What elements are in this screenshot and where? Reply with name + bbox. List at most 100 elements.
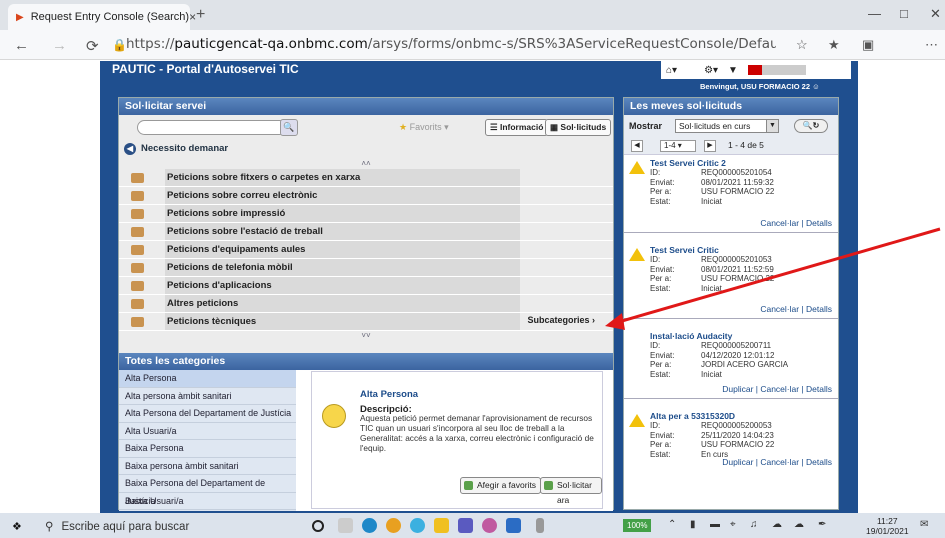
favorite-star-icon[interactable]: ☆ [796,37,808,53]
pen-icon[interactable]: ✒ [818,519,826,530]
category-row[interactable]: Peticions sobre l'estació de treball [119,223,613,241]
warning-icon [629,414,645,427]
search-icon: ⚲ [45,521,54,533]
word-icon[interactable] [506,518,521,533]
more-icon[interactable]: ⋯ [925,37,938,53]
usb-icon[interactable]: ▮ [690,519,696,530]
zoom-indicator[interactable]: 100% [623,519,652,532]
prev-page-icon[interactable]: ◀ [631,140,643,152]
home-icon[interactable]: ⌂▾ [666,65,677,76]
close-window-icon[interactable]: ✕ [930,6,941,22]
detail-title: Alta Persona [360,389,419,400]
category-item[interactable]: Alta Persona [119,370,296,388]
category-row[interactable]: Peticions sobre impressió [119,205,613,223]
request-actions[interactable]: Duplicar | Cancel·lar | Detalls [722,384,832,394]
windows-start-icon[interactable]: ❖ [12,520,22,533]
battery-icon[interactable]: ▬ [710,519,720,530]
category-row[interactable]: Peticions sobre correu electrònic [119,187,613,205]
notifications-icon[interactable]: ✉ [920,519,928,530]
need-to-request: ◀ Necessito demanar [119,139,613,159]
requests-button[interactable]: ▦ Sol·licituds [545,119,612,136]
taskbar-search[interactable]: ⚲ Escribe aquí para buscar [45,519,189,533]
top-navigation: ⌂▾ ⚙▾ ▼ [661,61,851,79]
bmc-favicon-icon: ▶ [16,11,24,23]
package-icon [131,209,144,219]
category-row[interactable]: Altres peticions [119,295,613,313]
request-actions[interactable]: Cancel·lar | Detalls [760,304,832,314]
lock-icon: 🔒 [112,38,127,52]
request-item[interactable]: Alta per a 53315320D ID: REQ000005200053 … [624,399,838,471]
show-more-icon[interactable] [536,518,544,533]
category-item[interactable]: Baixa Persona [119,440,296,458]
minimize-icon[interactable]: — [868,6,881,21]
tab-title: Request Entry Console (Search) [30,11,190,23]
favorites-list-icon[interactable]: ★ [828,37,840,53]
filter-icon[interactable]: ▼ [728,65,738,76]
category-item[interactable]: Alta persona àmbit sanitari [119,388,296,405]
onedrive-icon[interactable]: ☁ [772,519,782,530]
task-view-icon[interactable] [338,518,353,533]
back-arrow-icon[interactable]: ◀ [124,143,136,155]
category-row[interactable]: Peticions sobre fitxers o carpetes en xa… [119,169,613,187]
show-filter: Mostrar Sol·licituds en curs ▼ 🔍↻ [624,115,838,137]
category-item[interactable]: Baixa Usuari/a [119,493,296,510]
users-icon[interactable]: ☺ [812,82,820,91]
chevron-up-icon[interactable]: ⌃ [668,519,676,530]
search-icon[interactable]: 🔍 [280,119,298,136]
chrome-icon[interactable] [386,518,401,533]
category-item[interactable]: Baixa Persona del Departament de Justíci… [119,475,296,506]
search-input[interactable] [137,120,287,135]
category-row[interactable]: Peticions tècniques Subcategories › [119,313,613,331]
cortana-icon[interactable] [312,520,324,532]
request-title[interactable]: Alta per a 53315320D [650,411,838,421]
teams-icon[interactable] [458,518,473,533]
forward-icon[interactable]: → [52,37,67,54]
next-page-icon[interactable]: ▶ [704,140,716,152]
category-row[interactable]: Peticions d'aplicacions [119,277,613,295]
page-select[interactable]: 1-4 ▾ [660,140,696,152]
collections-icon[interactable]: ▣ [862,37,874,53]
browser-tab[interactable]: ▶ Request Entry Console (Search) × [8,4,196,30]
settings-icon[interactable]: ⚙▾ [704,65,718,76]
browser-icon[interactable] [410,518,425,533]
cloud-icon[interactable]: ☁ [794,519,804,530]
show-select[interactable]: Sol·licituds en curs [675,119,767,133]
request-title[interactable]: Test Servei Critic 2 [650,158,838,168]
request-item[interactable]: Test Servei Critic ID: REQ000005201053 En… [624,233,838,319]
request-now-button[interactable]: Sol·licitar ara [540,477,602,505]
request-actions[interactable]: Cancel·lar | Detalls [760,218,832,228]
request-title[interactable]: Test Servei Critic [650,245,838,255]
chevron-down-icon[interactable]: ▼ [766,119,779,133]
volume-icon[interactable]: ♫ [750,519,758,530]
edge-icon[interactable] [362,518,377,533]
category-item[interactable]: Alta Persona del Departament de Justícia [119,405,296,423]
category-item[interactable]: Alta Usuari/a [119,423,296,440]
warning-icon [629,248,645,261]
maximize-icon[interactable]: □ [900,6,908,21]
scroll-up-icon[interactable]: ˄˄ [119,159,613,169]
category-detail: Alta Persona Descripció: Aquesta petició… [311,371,603,509]
network-icon[interactable]: ⌖ [730,519,736,530]
file-explorer-icon[interactable] [434,518,449,533]
category-row[interactable]: Peticions de telefonia mòbil [119,259,613,277]
clock[interactable]: 11:27 19/01/2021 [866,516,909,536]
subcategories-link[interactable]: Subcategories › [527,315,595,325]
new-tab-button[interactable]: + [196,6,205,24]
request-item[interactable]: Instal·lació Audacity ID: REQ000005200711… [624,319,838,399]
scroll-down-icon[interactable]: ˅˅ [119,331,613,341]
category-item[interactable]: Baixa persona àmbit sanitari [119,458,296,475]
package-icon [131,227,144,237]
add-to-favorites-button[interactable]: Afegir a favorits [460,477,542,494]
back-icon[interactable]: ← [14,37,29,54]
url-field[interactable]: https://pauticgencat-qa.onbmc.com/arsys/… [126,36,776,54]
request-actions[interactable]: Duplicar | Cancel·lar | Detalls [722,457,832,467]
info-button[interactable]: ☰ Informació [485,119,549,136]
request-title[interactable]: Instal·lació Audacity [650,331,838,341]
category-row[interactable]: Peticions d'equipaments aules [119,241,613,259]
refresh-search-icon[interactable]: 🔍↻ [794,119,828,133]
refresh-icon[interactable]: ⟳ [86,37,99,55]
favorites-dropdown[interactable]: ★ Favorits ▾ [399,122,449,133]
request-item[interactable]: Test Servei Critic 2 ID: REQ000005201054 … [624,155,838,233]
my-requests-panel: Les meves sol·licituds Mostrar Sol·licit… [623,97,839,510]
app-icon[interactable] [482,518,497,533]
